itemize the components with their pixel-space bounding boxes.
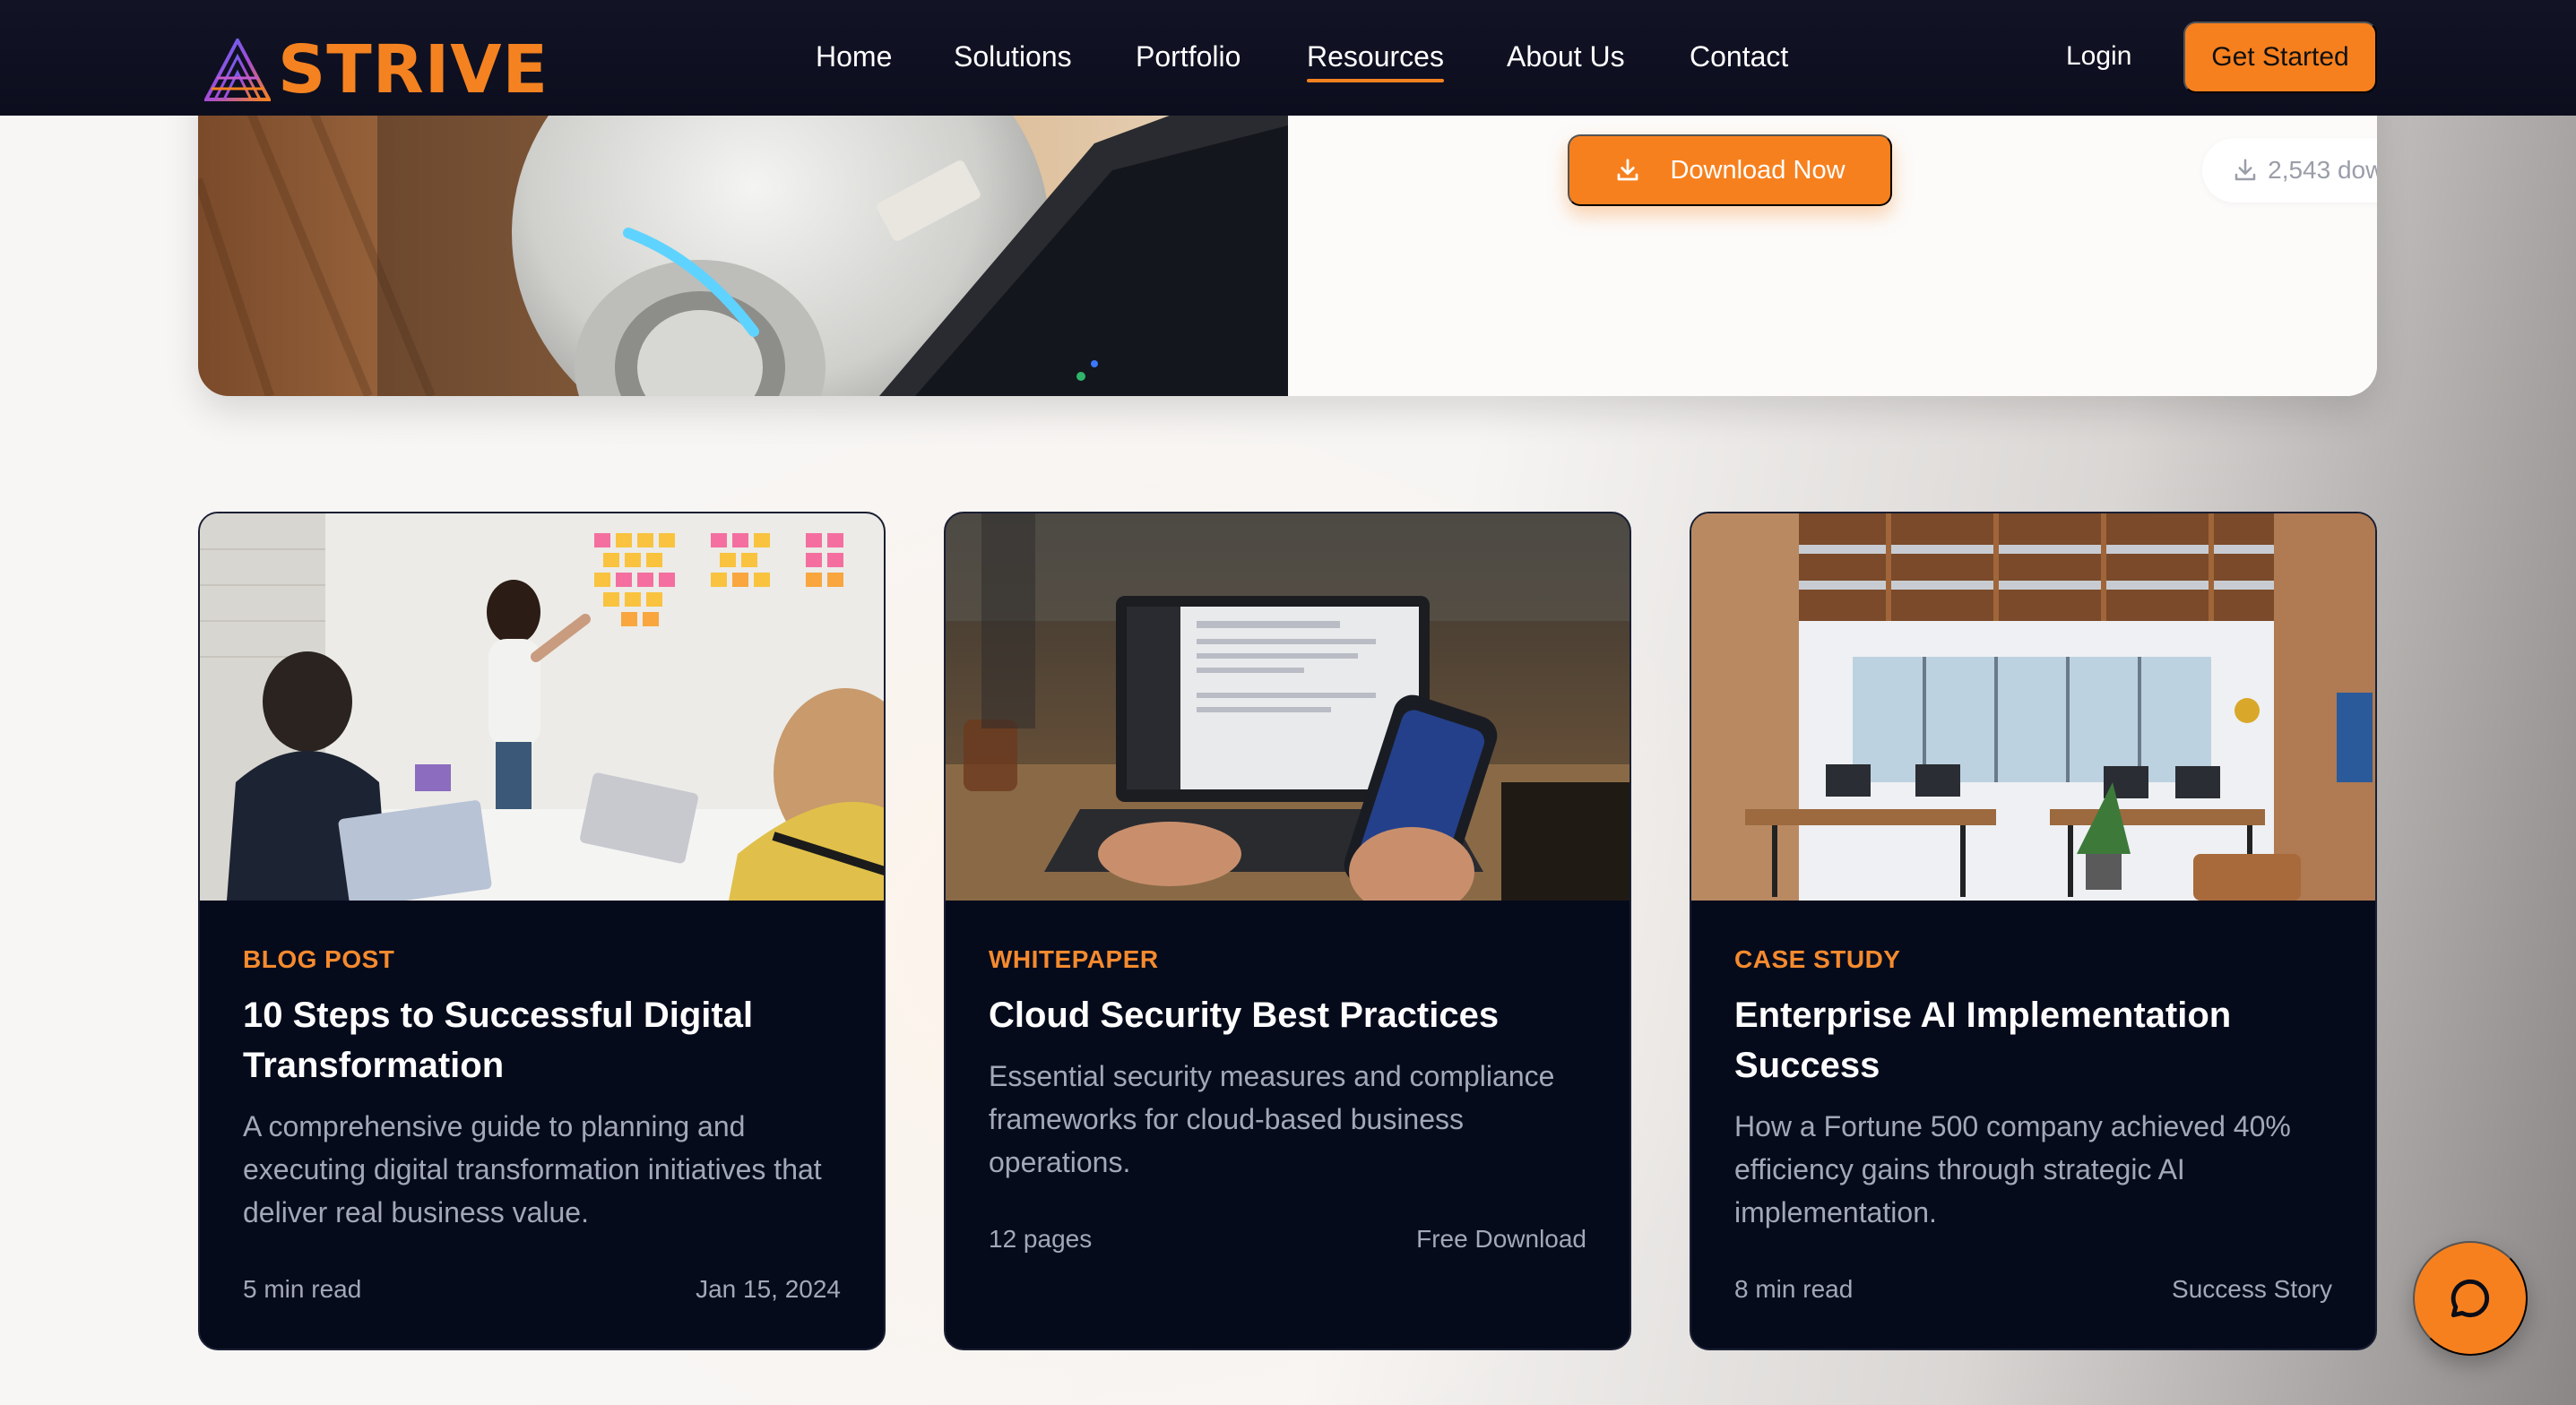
featured-resource-card: Download Now 2,543 downloads [198,72,2377,396]
chat-bubble-icon [2451,1279,2490,1318]
nav-link-portfolio[interactable]: Portfolio [1136,36,1240,77]
logo-wordmark: STRIVE [278,31,549,108]
resource-card-blog-post[interactable]: BLOG POST 10 Steps to Successful Digital… [198,512,886,1350]
resource-type-tag: WHITEPAPER [989,945,1159,973]
login-link[interactable]: Login [2066,38,2131,75]
chat-launcher-button[interactable] [2413,1241,2528,1356]
resource-description: A comprehensive guide to planning and ex… [243,1110,822,1228]
resource-description: Essential security measures and complian… [989,1060,1555,1178]
download-now-label: Download Now [1670,155,1846,185]
get-started-button[interactable]: Get Started [2183,22,2377,93]
resource-category: Success Story [2172,1275,2332,1303]
nav-link-resources[interactable]: Resources [1307,36,1444,82]
resource-read-time: 5 min read [243,1275,362,1303]
resource-card-body: BLOG POST 10 Steps to Successful Digital… [243,942,852,1234]
resource-title[interactable]: 10 Steps to Successful Digital Transform… [243,990,852,1090]
nav-link-home[interactable]: Home [816,36,892,77]
logo-mark-icon [204,39,271,101]
featured-resource-details: Download Now 2,543 downloads [1288,72,2377,396]
logo[interactable]: STRIVE [204,34,549,106]
resource-meta: 12 pages Free Download [989,1221,1586,1257]
nav-link-about-us[interactable]: About Us [1507,36,1625,77]
resource-type-tag: BLOG POST [243,945,395,973]
resource-download-status: Free Download [1416,1225,1586,1253]
resource-card-whitepaper[interactable]: WHITEPAPER Cloud Security Best Practices… [944,512,1631,1350]
nav-link-solutions[interactable]: Solutions [954,36,1072,77]
resource-card-body: CASE STUDY Enterprise AI Implementation … [1734,942,2344,1234]
resource-page-count: 12 pages [989,1225,1093,1253]
downloads-count-text: 2,543 downloads [2268,156,2377,184]
download-count-icon [2235,159,2256,181]
resource-card-case-study[interactable]: CASE STUDY Enterprise AI Implementation … [1690,512,2377,1350]
resource-card-body: WHITEPAPER Cloud Security Best Practices… [989,942,1598,1184]
laptop-phone-photo [946,513,1629,901]
download-now-button[interactable]: Download Now [1568,134,1892,206]
resource-read-time: 8 min read [1734,1275,1854,1303]
download-icon [1618,159,1638,181]
resource-title[interactable]: Enterprise AI Implementation Success [1734,990,2344,1090]
resource-card-image [946,513,1629,901]
resource-date: Jan 15, 2024 [696,1275,841,1303]
resource-type-tag: CASE STUDY [1734,945,1901,973]
robot-illustration [198,72,1288,396]
featured-resource-image [198,72,1288,396]
resource-title[interactable]: Cloud Security Best Practices [989,990,1598,1040]
nav-link-contact[interactable]: Contact [1690,36,1788,77]
office-photo [1691,513,2375,901]
resource-meta: 8 min read Success Story [1734,1271,2332,1307]
resource-card-image [200,513,884,901]
resource-card-image [1691,513,2375,901]
team-meeting-photo [200,513,884,901]
downloads-count-badge: 2,543 downloads [2202,138,2377,203]
resource-meta: 5 min read Jan 15, 2024 [243,1271,841,1307]
resource-description: How a Fortune 500 company achieved 40% e… [1734,1110,2291,1228]
top-navbar: STRIVE Home Solutions Portfolio Resource… [0,0,2576,116]
